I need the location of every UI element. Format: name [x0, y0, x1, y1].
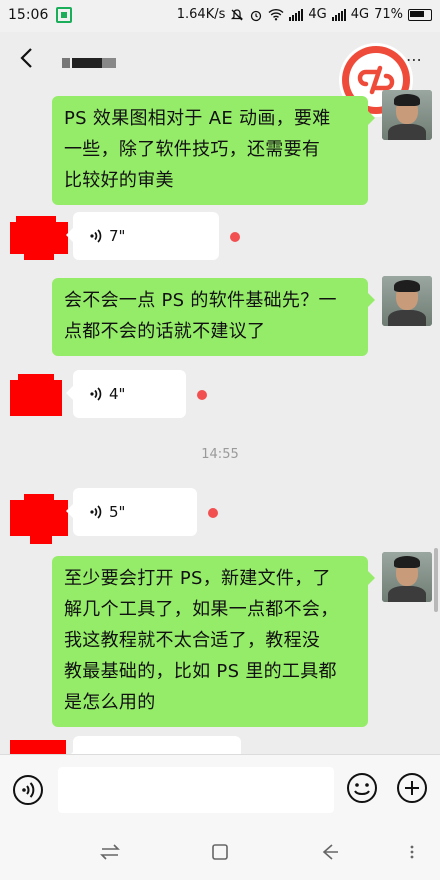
network-type-1: 4G	[308, 7, 327, 22]
message-line: PS 效果图相对于 AE 动画，要难	[64, 108, 331, 129]
my-avatar[interactable]	[382, 276, 432, 326]
signal-icon-2	[331, 8, 346, 21]
status-bar: 15:06 1.64K/s 4G 4G 71%	[0, 0, 440, 32]
emoji-icon[interactable]	[346, 772, 378, 804]
message-line: 比较好的审美	[64, 170, 174, 191]
voice-duration: 7"	[109, 227, 126, 245]
battery-icon	[408, 8, 432, 21]
message-line: 教最基础的，比如 PS 里的工具都	[64, 661, 337, 682]
menu-dots-icon[interactable]	[404, 840, 420, 864]
contact-avatar-redacted[interactable]	[10, 740, 68, 754]
unread-dot	[230, 232, 240, 242]
message-input[interactable]	[58, 767, 334, 813]
unread-dot	[208, 508, 218, 518]
screenshot-app-icon	[56, 7, 73, 23]
message-line: 我这教程就不太合适了，教程没	[64, 630, 321, 651]
status-time: 15:06	[8, 7, 49, 23]
message-line: 是怎么用的	[64, 692, 156, 713]
alarm-icon	[251, 10, 262, 21]
contact-avatar-redacted[interactable]	[10, 212, 68, 260]
voice-wave-icon	[90, 387, 102, 401]
voice-duration: 5"	[109, 503, 126, 521]
system-nav-bar	[0, 826, 440, 880]
voice-input-toggle-icon[interactable]	[12, 774, 44, 806]
voice-duration: 4"	[109, 385, 126, 403]
more-options-icon[interactable]: ⋯	[406, 50, 422, 69]
network-speed: 1.64K/s	[176, 7, 226, 22]
signal-icon	[289, 8, 304, 21]
my-message-bubble[interactable]: 会不会一点 PS 的软件基础先？一 点都不会的话就不建议了	[52, 278, 375, 356]
plus-icon[interactable]	[396, 772, 428, 804]
message-line: 至少要会打开 PS，新建文件，了	[64, 568, 331, 589]
voice-message-bubble[interactable]: 5"	[66, 488, 197, 536]
voice-message-bubble[interactable]: 4"	[66, 370, 186, 418]
unread-dot	[197, 390, 207, 400]
contact-avatar-redacted[interactable]	[10, 494, 68, 544]
message-line: 点都不会的话就不建议了	[64, 321, 266, 342]
chat-timestamp: 14:55	[201, 447, 239, 462]
back-nav-icon[interactable]	[318, 840, 342, 864]
voice-wave-icon	[90, 505, 102, 519]
my-avatar[interactable]	[382, 90, 432, 140]
back-arrow-icon[interactable]	[14, 44, 42, 72]
input-bar	[0, 754, 440, 827]
scrollbar[interactable]	[434, 548, 438, 612]
mute-icon	[231, 8, 244, 20]
my-avatar[interactable]	[382, 552, 432, 602]
wifi-icon	[268, 8, 284, 21]
contact-name-redacted	[62, 54, 116, 68]
my-message-bubble[interactable]: 至少要会打开 PS，新建文件，了 解几个工具了，如果一点都不会， 我这教程就不太…	[52, 556, 375, 727]
battery-percent: 71%	[374, 7, 403, 22]
message-line: 会不会一点 PS 的软件基础先？一	[64, 290, 337, 311]
switch-icon[interactable]	[98, 840, 122, 864]
voice-wave-icon	[90, 229, 102, 243]
voice-message-bubble[interactable]	[66, 736, 241, 766]
home-square-icon[interactable]	[208, 840, 232, 864]
voice-message-bubble[interactable]: 7"	[66, 212, 219, 260]
message-line: 一些，除了软件技巧，还需要有	[64, 139, 321, 160]
my-message-bubble[interactable]: PS 效果图相对于 AE 动画，要难 一些，除了软件技巧，还需要有 比较好的审美	[52, 96, 375, 205]
message-line: 解几个工具了，如果一点都不会，	[64, 599, 339, 620]
network-type-2: 4G	[350, 7, 370, 22]
contact-avatar-redacted[interactable]	[10, 372, 68, 420]
